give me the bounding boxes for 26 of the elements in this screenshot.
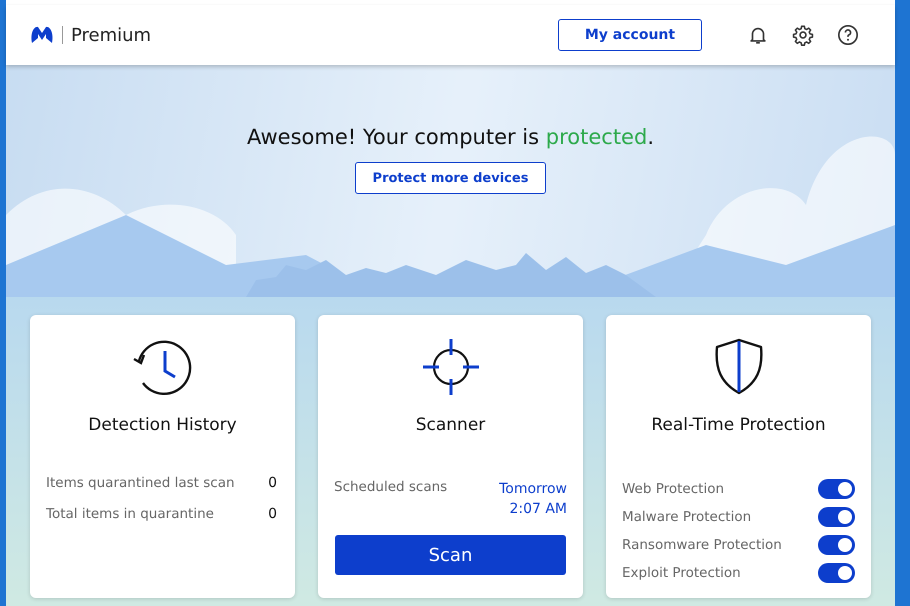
schedule-label: Scheduled scans [334,479,448,495]
protection-label: Web Protection [622,481,724,497]
toggle-switch[interactable] [818,535,855,555]
scan-button[interactable]: Scan [335,535,566,575]
protection-label: Malware Protection [622,509,752,525]
toggle-switch[interactable] [818,563,855,583]
protection-label: Exploit Protection [622,565,741,581]
help-icon[interactable] [837,24,859,46]
card-title: Scanner [416,415,486,435]
card-title: Real-Time Protection [651,415,826,435]
protection-label: Ransomware Protection [622,537,782,553]
card-title: Detection History [88,415,237,435]
status-headline: Awesome! Your computer is protected. [246,125,654,149]
schedule-time-link[interactable]: Tomorrow 2:07 AM [499,479,567,519]
product-name: Premium [71,24,152,46]
protect-more-devices-button[interactable]: Protect more devices [355,162,546,194]
crosshair-icon [420,337,480,397]
stat-label: Items quarantined last scan [46,475,235,491]
my-account-button[interactable]: My account [558,19,702,51]
toggle-switch[interactable] [818,479,855,499]
stat-label: Total items in quarantine [46,506,214,522]
stat-value: 0 [268,506,278,522]
stat-value: 0 [268,475,278,491]
toggle-switch[interactable] [818,507,855,527]
settings-icon[interactable] [792,24,814,46]
logo-icon [30,25,54,45]
